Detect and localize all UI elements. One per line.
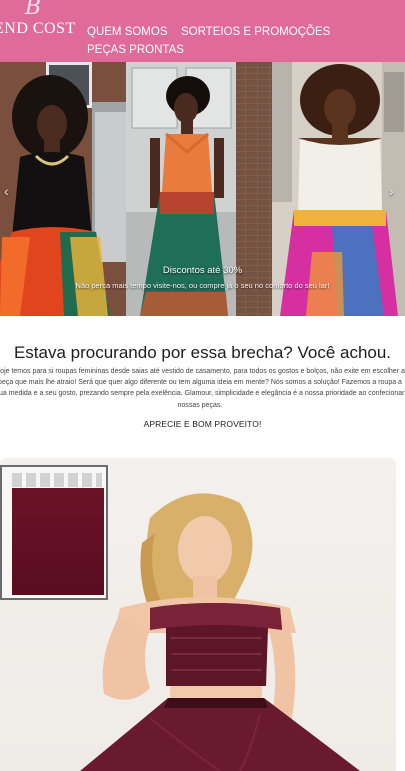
brand-logo[interactable]: B END COST — [0, 0, 80, 60]
chevron-right-icon[interactable]: › — [389, 183, 394, 199]
hero-subtitle: Não perca mais tempo visite-nos, ou comp… — [75, 281, 330, 290]
intro-headline: Estava procurando por essa brecha? Você … — [13, 343, 392, 362]
logo-text: END COST — [0, 20, 76, 37]
hero-slider[interactable]: ‹ › Discontos até 30% Não perca mais tem… — [0, 62, 405, 316]
swatch-label-text — [12, 473, 102, 487]
intro-section: Estava procurando por essa brecha? Você … — [0, 316, 405, 446]
intro-cta: APRECIE E BOM PROVEITO! — [143, 419, 262, 429]
intro-body: Hoje temos para si roupas femininas desd… — [0, 368, 405, 409]
color-swatch-card — [0, 465, 108, 600]
nav-item-sorteios[interactable]: SORTEIOS E PROMOÇÕES — [181, 25, 330, 40]
site-header: B END COST QUEM SOMOS SORTEIOS E PROMOÇÕ… — [0, 0, 405, 62]
main-nav: QUEM SOMOS SORTEIOS E PROMOÇÕES PEÇAS PR… — [87, 22, 403, 58]
hero-caption: Discontos até 30% Não perca mais tempo v… — [0, 265, 405, 290]
nav-item-pecas-prontas[interactable]: PEÇAS PRONTAS — [87, 43, 184, 58]
chevron-left-icon[interactable]: ‹ — [4, 183, 9, 199]
logo-mark: B — [24, 0, 42, 20]
color-swatch — [12, 488, 104, 595]
hero-title: Discontos até 30% — [162, 265, 243, 276]
product-image[interactable] — [0, 458, 396, 771]
nav-item-quem-somos[interactable]: QUEM SOMOS — [87, 25, 168, 40]
